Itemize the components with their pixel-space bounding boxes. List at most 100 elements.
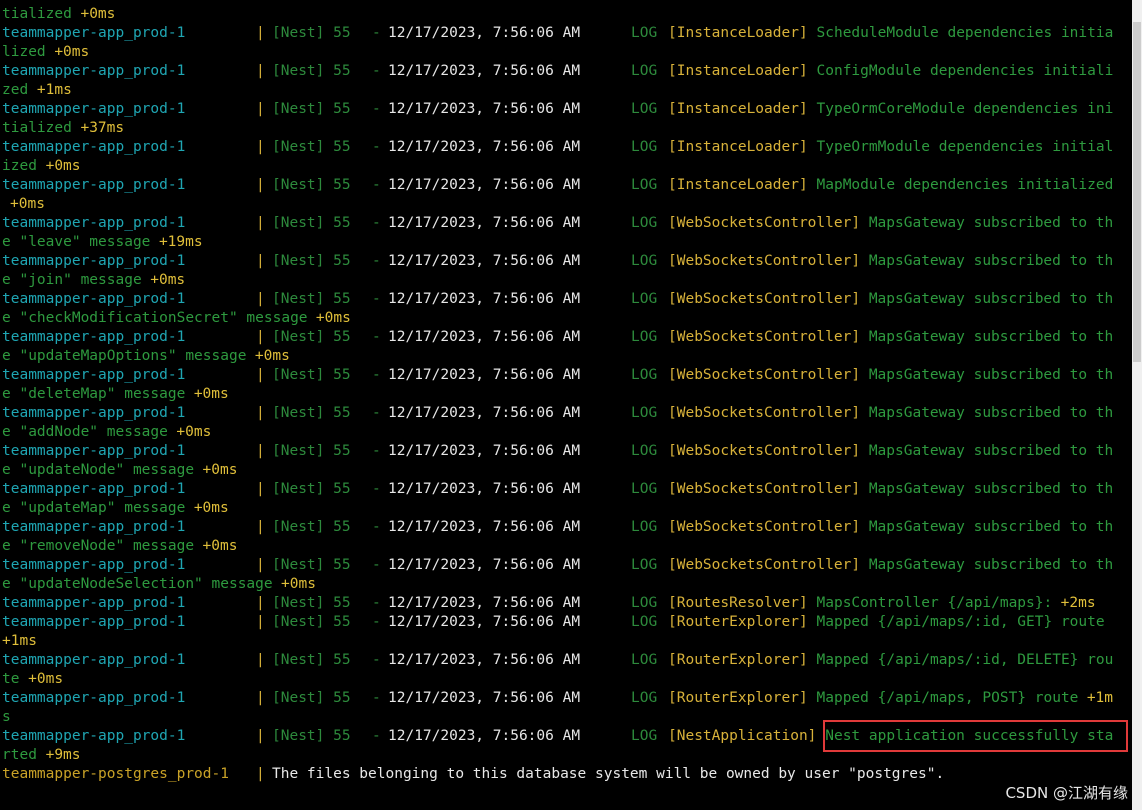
elapsed-time: +0ms: [54, 44, 90, 60]
scrollbar-thumb[interactable]: [1133, 22, 1141, 362]
log-message: MapsGateway subscribed to th: [868, 291, 1114, 307]
log-line: e "join" message +0ms: [0, 271, 1132, 290]
log-line: teammapper-app_prod-1 | [Nest] 55 -12/17/20…: [0, 594, 1132, 613]
log-source: [Nest] 55: [272, 253, 351, 269]
log-message-continued: tialized: [2, 120, 72, 136]
log-line: teammapper-app_prod-1 | [Nest] 55 -12/17/20…: [0, 689, 1132, 708]
log-line: e "checkModificationSecret" message +0ms: [0, 309, 1132, 328]
log-line: teammapper-app_prod-1 | [Nest] 55 -12/17/20…: [0, 290, 1132, 309]
separator: |: [256, 519, 265, 535]
timestamp: 12/17/2023, 7:56:06 AM: [388, 329, 581, 345]
elapsed-time: +0ms: [281, 576, 316, 592]
dash: -: [372, 253, 381, 269]
log-context: [InstanceLoader]: [668, 139, 808, 155]
dash: -: [372, 101, 381, 117]
scrollbar[interactable]: [1132, 0, 1142, 810]
log-message: ConfigModule dependencies initiali: [816, 63, 1114, 79]
log-line: teammapper-app_prod-1 | [Nest] 55 -12/17/20…: [0, 214, 1132, 233]
timestamp: 12/17/2023, 7:56:06 AM: [388, 614, 581, 630]
log-message-continued: te: [2, 671, 20, 687]
container-name: teammapper-app_prod-1: [2, 614, 186, 630]
log-context: [RouterExplorer]: [668, 690, 808, 706]
log-level: LOG: [631, 481, 658, 497]
timestamp: 12/17/2023, 7:56:06 AM: [388, 291, 581, 307]
log-line: e "updateNode" message +0ms: [0, 461, 1132, 480]
log-message-continued: e "deleteMap" message: [2, 386, 186, 402]
log-source: [Nest] 55: [272, 101, 351, 117]
elapsed-time: +0ms: [193, 500, 229, 516]
elapsed-time: +19ms: [158, 234, 203, 250]
log-line: teammapper-app_prod-1 | [Nest] 55 -12/17/20…: [0, 556, 1132, 575]
timestamp: 12/17/2023, 7:56:06 AM: [388, 139, 581, 155]
log-line: teammapper-postgres_prod-1 | The files bel…: [0, 765, 1132, 784]
log-line: +0ms: [0, 195, 1132, 214]
container-name: teammapper-app_prod-1: [2, 690, 186, 706]
log-source: [Nest] 55: [272, 25, 351, 41]
dash: -: [372, 367, 381, 383]
dash: -: [372, 614, 381, 630]
log-context: [WebSocketsController]: [668, 481, 861, 497]
elapsed-time: +0ms: [254, 348, 290, 364]
log-message-continued: e "leave" message: [2, 234, 151, 250]
log-message-continued: e "updateNode" message: [2, 462, 195, 478]
log-message: Mapped {/api/maps/:id, DELETE} rou: [816, 652, 1114, 668]
separator: |: [256, 367, 265, 383]
log-line: lized +0ms: [0, 43, 1132, 62]
log-message-continued: lized: [2, 44, 46, 60]
log-level: LOG: [631, 557, 658, 573]
separator: |: [256, 25, 265, 41]
log-level: LOG: [631, 63, 658, 79]
log-context: [InstanceLoader]: [668, 177, 808, 193]
separator: |: [256, 253, 265, 269]
separator: |: [256, 177, 265, 193]
log-message-continued: s: [2, 709, 11, 725]
log-line: teammapper-app_prod-1 | [Nest] 55 -12/17/20…: [0, 24, 1132, 43]
elapsed-time: +0ms: [150, 272, 186, 288]
timestamp: 12/17/2023, 7:56:06 AM: [388, 253, 581, 269]
highlight-annotation: [823, 720, 1128, 752]
container-name: teammapper-app_prod-1: [2, 291, 186, 307]
elapsed-time: +1ms: [36, 82, 72, 98]
timestamp: 12/17/2023, 7:56:06 AM: [388, 405, 581, 421]
dash: -: [372, 690, 381, 706]
dash: -: [372, 139, 381, 155]
log-source: [Nest] 55: [272, 291, 351, 307]
container-name: teammapper-postgres_prod-1: [2, 766, 229, 782]
log-line: e "removeNode" message +0ms: [0, 537, 1132, 556]
log-message: MapModule dependencies initialized: [816, 177, 1114, 193]
log-message-continued: ized: [2, 158, 37, 174]
log-message-continued: e "updateMapOptions" message: [2, 348, 247, 364]
dash: -: [372, 481, 381, 497]
separator: |: [256, 405, 265, 421]
log-level: LOG: [631, 519, 658, 535]
elapsed-time: +1ms: [2, 633, 37, 649]
dash: -: [372, 519, 381, 535]
log-context: [WebSocketsController]: [668, 367, 861, 383]
log-source: [Nest] 55: [272, 139, 351, 155]
dash: -: [372, 63, 381, 79]
log-context: [RoutesResolver]: [668, 595, 808, 611]
separator: |: [256, 481, 265, 497]
log-context: [RouterExplorer]: [668, 652, 808, 668]
log-line: te +0ms: [0, 670, 1132, 689]
container-name: teammapper-app_prod-1: [2, 139, 186, 155]
timestamp: 12/17/2023, 7:56:06 AM: [388, 652, 581, 668]
elapsed-time: +0ms: [193, 386, 229, 402]
dash: -: [372, 329, 381, 345]
log-line: teammapper-app_prod-1 | [Nest] 55 -12/17/20…: [0, 176, 1132, 195]
log-level: LOG: [631, 595, 658, 611]
elapsed-time: +0ms: [80, 6, 116, 22]
dash: -: [372, 291, 381, 307]
log-line: e "updateNodeSelection" message +0ms: [0, 575, 1132, 594]
elapsed-time: +0ms: [10, 196, 45, 212]
log-level: LOG: [631, 690, 658, 706]
log-message-continued: zed: [2, 82, 29, 98]
log-source: [Nest] 55: [272, 728, 351, 744]
log-source: [Nest] 55: [272, 63, 351, 79]
separator: |: [256, 329, 265, 345]
log-level: LOG: [631, 329, 658, 345]
timestamp: 12/17/2023, 7:56:06 AM: [388, 215, 581, 231]
log-line: teammapper-app_prod-1 | [Nest] 55 -12/17/20…: [0, 100, 1132, 119]
log-message: ScheduleModule dependencies initia: [816, 25, 1114, 41]
dash: -: [372, 728, 381, 744]
